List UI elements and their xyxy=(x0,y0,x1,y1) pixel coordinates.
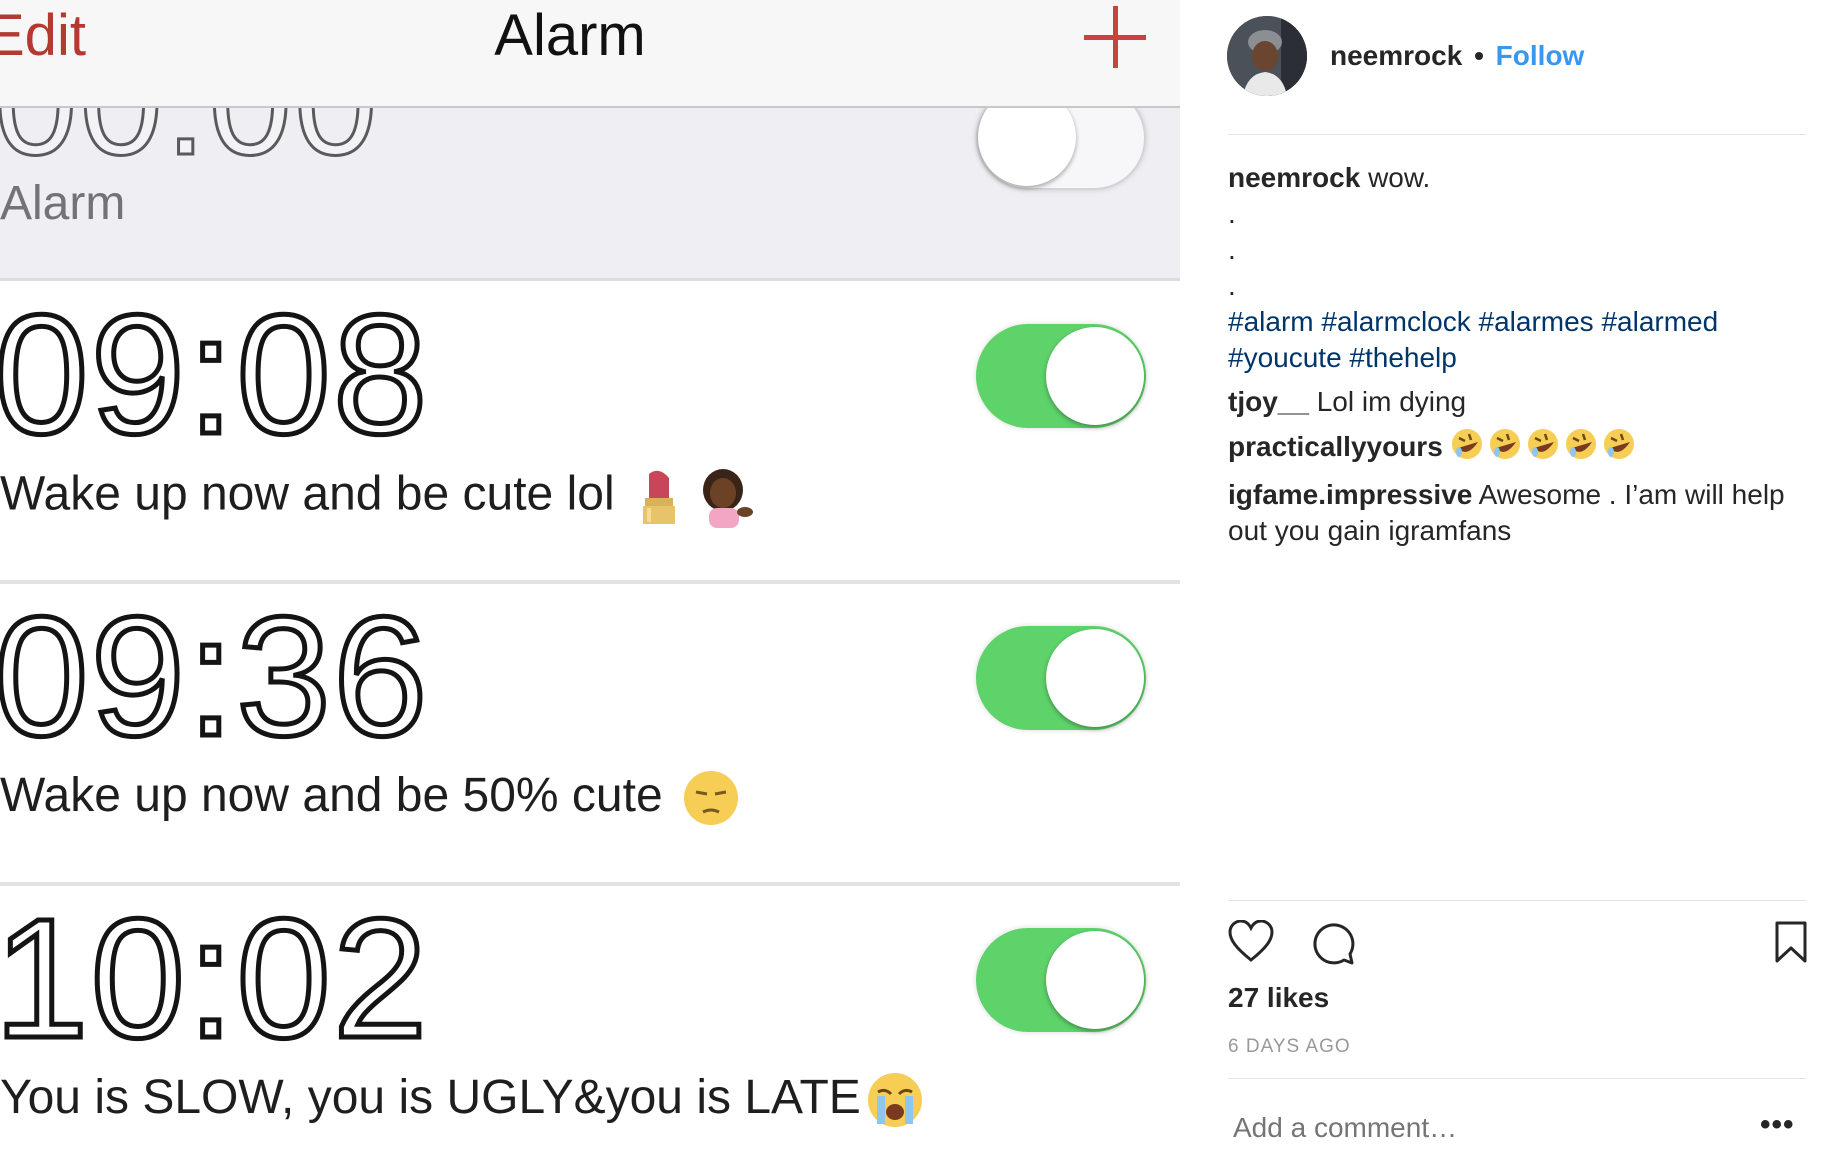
post-image: Edit Alarm 00:00 Alarm 09:08 Wake up now… xyxy=(0,0,1180,1168)
caption: neemrock wow. xyxy=(1228,160,1808,196)
caption-text: wow. xyxy=(1368,162,1431,193)
alarm-row-disabled: 00:00 Alarm xyxy=(0,108,1180,281)
comment-username[interactable]: tjoy__ xyxy=(1228,386,1309,417)
woman-tipping-hand-emoji xyxy=(702,469,753,528)
caption-dot: . xyxy=(1228,234,1236,265)
alarm-row: 09:36 Wake up now and be 50% cute xyxy=(0,584,1180,886)
alarm-label: Wake up now and be 50% cute xyxy=(0,768,741,828)
follow-button[interactable]: Follow xyxy=(1496,40,1585,71)
comments-section: neemrock wow. . . . #alarm #alarmclock #… xyxy=(1228,160,1808,561)
toggle-knob xyxy=(1046,629,1144,727)
alarm-time: 09:08 xyxy=(0,280,430,470)
heart-icon[interactable] xyxy=(1228,920,1274,964)
comment: tjoy__ Lol im dying xyxy=(1228,384,1808,420)
comment-username[interactable]: practicallyyours xyxy=(1228,431,1443,462)
caption-dot: . xyxy=(1228,198,1236,229)
post-header: neemrock • Follow xyxy=(1330,40,1584,72)
comment-text: Lol im dying xyxy=(1316,386,1467,417)
alarm-label: Wake up now and be cute lol xyxy=(0,466,755,528)
alarm-label-text: Wake up now and be 50% cute xyxy=(0,769,663,822)
alarm-label: Alarm xyxy=(0,177,126,230)
divider xyxy=(1228,1078,1806,1079)
alarm-time: 10:02 xyxy=(0,884,430,1074)
caption-hashtags[interactable]: #alarm #alarmclock #alarmes #alarmed #yo… xyxy=(1228,304,1808,376)
loudly-crying-face-emoji xyxy=(867,1073,922,1128)
alarm-toggle-on xyxy=(976,324,1146,428)
avatar[interactable] xyxy=(1227,16,1307,96)
more-options-icon[interactable]: ••• xyxy=(1760,1108,1795,1142)
alarm-label-text: Wake up now and be cute lol xyxy=(0,467,615,521)
alarm-nav-bar: Edit Alarm xyxy=(0,0,1180,108)
unamused-face-emoji xyxy=(683,771,738,826)
alarm-title: Alarm xyxy=(494,3,646,68)
toggle-knob xyxy=(978,108,1076,186)
toggle-knob xyxy=(1046,931,1144,1029)
alarm-label-text: You is SLOW, you is UGLY&you is LATE xyxy=(0,1071,861,1124)
avatar-photo xyxy=(1227,16,1307,96)
divider xyxy=(1228,134,1806,135)
add-comment-input[interactable] xyxy=(1233,1112,1703,1144)
caption-username[interactable]: neemrock xyxy=(1228,162,1360,193)
comment: igfame.impressive Awesome . I’am will he… xyxy=(1228,477,1808,549)
action-bar xyxy=(1228,916,1808,968)
alarm-toggle-on xyxy=(976,928,1146,1032)
divider xyxy=(1228,900,1806,901)
caption-dots: . . . xyxy=(1228,196,1808,304)
rolling-on-floor-laughing-emoji xyxy=(1451,427,1635,461)
bookmark-icon[interactable] xyxy=(1774,920,1808,964)
alarm-toggle-on xyxy=(976,626,1146,730)
comment-emojis xyxy=(1451,426,1651,471)
comment-icon[interactable] xyxy=(1310,920,1356,966)
toggle-knob xyxy=(1046,327,1144,425)
plus-icon xyxy=(1080,2,1152,74)
post-panel: neemrock • Follow neemrock wow. . . . #a… xyxy=(1180,0,1838,1168)
lipstick-emoji xyxy=(642,470,675,524)
separator-dot: • xyxy=(1474,40,1484,71)
likes-count[interactable]: 27 likes xyxy=(1228,982,1329,1014)
alarm-toggle-off xyxy=(976,108,1146,190)
username-link[interactable]: neemrock xyxy=(1330,40,1462,71)
post-timestamp: 6 DAYS AGO xyxy=(1228,1036,1351,1057)
caption-dot: . xyxy=(1228,270,1236,301)
alarm-row: 10:02 You is SLOW, you is UGLY&you is LA… xyxy=(0,886,1180,1168)
alarm-time: 09:36 xyxy=(0,582,430,772)
alarm-row: 09:08 Wake up now and be cute lol xyxy=(0,282,1180,584)
comment-username[interactable]: igfame.impressive xyxy=(1228,479,1472,510)
alarm-label: You is SLOW, you is UGLY&you is LATE xyxy=(0,1070,925,1130)
comment: practicallyyours xyxy=(1228,426,1808,471)
